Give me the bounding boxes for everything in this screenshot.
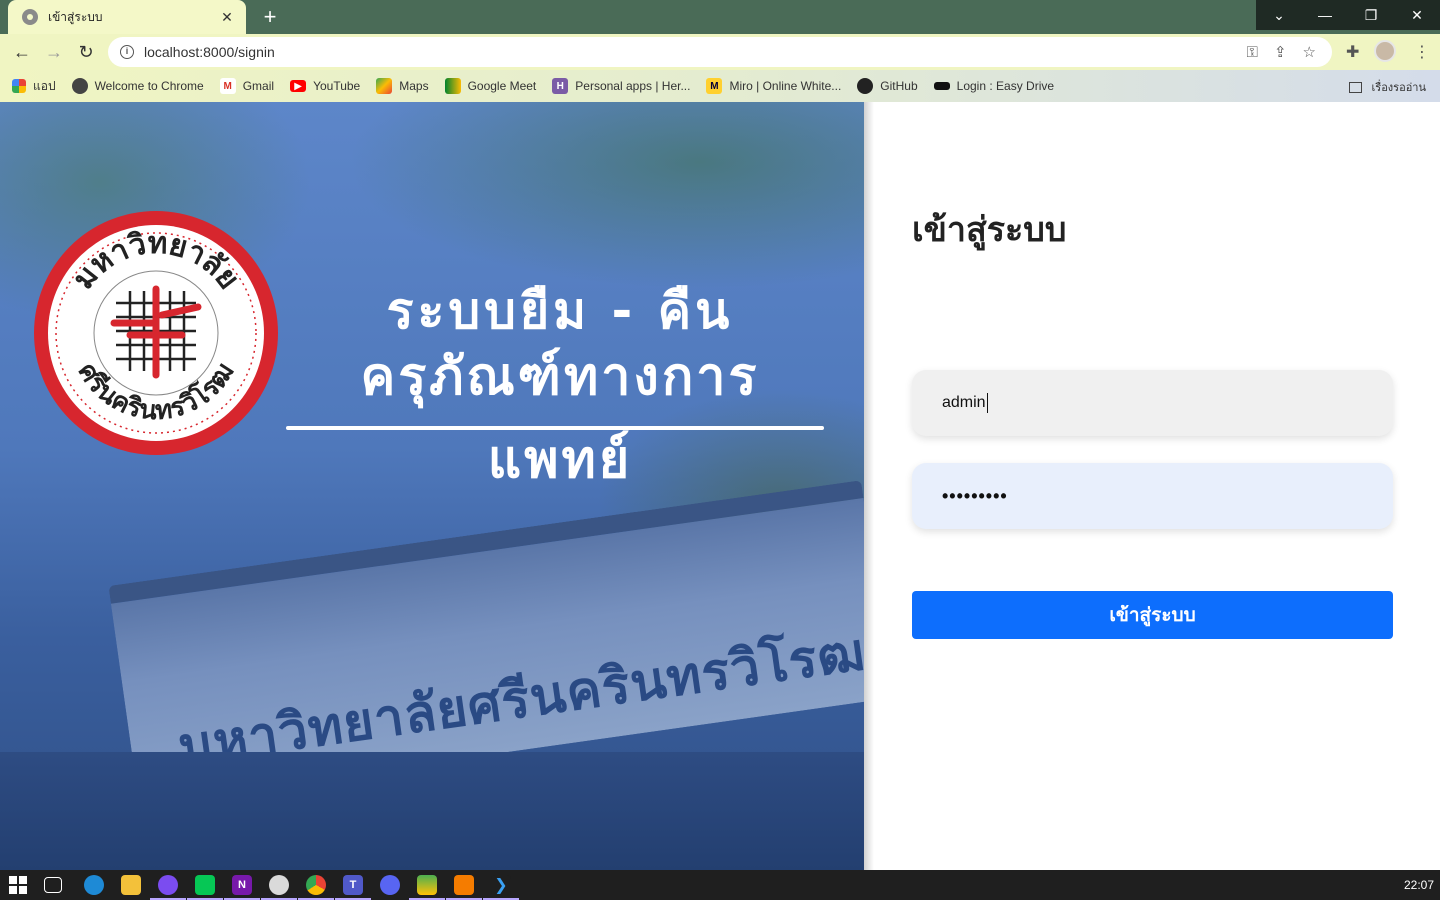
tab-close-icon[interactable]: ✕ (218, 9, 236, 26)
key-icon[interactable]: ⚿ (1247, 44, 1258, 61)
browser-tab-strip: เข้าสู่ระบบ ✕ + ⌄ — ❐ ✕ (0, 0, 1440, 34)
reading-list-button[interactable]: เรื่องรออ่าน (1348, 78, 1426, 96)
github-icon (857, 78, 874, 94)
tab-title: เข้าสู่ระบบ (48, 9, 103, 24)
address-bar[interactable]: i localhost:8000/signin ⚿ ⇪ ☆ (108, 37, 1332, 67)
bookmark-miro[interactable]: M Miro | Online White... (706, 78, 841, 94)
bookmark-youtube[interactable]: ▶ YouTube (290, 79, 360, 93)
bookmark-meet[interactable]: Google Meet (444, 78, 537, 94)
menu-kebab-icon[interactable]: ⋮ (1414, 42, 1430, 62)
university-logo: มหาวิทยาลัย ศรีนครินทรวิโรฒ (30, 207, 282, 459)
stack-app-icon[interactable] (409, 875, 445, 900)
easydrive-icon (933, 82, 950, 90)
reading-list-label: เรื่องรออ่าน (1371, 82, 1426, 94)
bookmark-label: Maps (399, 79, 429, 93)
address-url[interactable]: localhost:8000/signin (144, 44, 1247, 60)
onenote-icon[interactable]: N (224, 875, 260, 900)
system-heading-line2: ครุภัณฑ์ทางการแพทย์ (360, 347, 760, 490)
line-icon[interactable] (187, 875, 223, 900)
restore-button[interactable]: ❐ (1348, 0, 1394, 30)
edge-icon[interactable] (84, 875, 104, 895)
tab-search-button[interactable]: ⌄ (1256, 0, 1302, 30)
minimize-button[interactable]: — (1302, 0, 1348, 30)
bookmark-label: แอป (33, 78, 56, 93)
close-window-button[interactable]: ✕ (1394, 0, 1440, 30)
new-tab-button[interactable]: + (256, 4, 284, 30)
bookmark-welcome[interactable]: Welcome to Chrome (71, 78, 204, 94)
hero-ground (0, 752, 864, 870)
bookmark-github[interactable]: GitHub (857, 78, 918, 94)
page-favicon-icon (22, 9, 38, 25)
task-view-icon[interactable] (44, 877, 62, 893)
maps-icon (376, 78, 393, 94)
teams-icon[interactable]: T (335, 875, 371, 900)
username-value[interactable]: admin (942, 394, 986, 412)
bookmark-star-icon[interactable]: ☆ (1303, 43, 1316, 61)
miro-icon: M (706, 78, 723, 94)
bookmark-label: Welcome to Chrome (94, 79, 204, 93)
messenger-icon[interactable] (150, 875, 186, 900)
discord-icon[interactable] (380, 875, 400, 895)
forward-icon[interactable]: → (42, 40, 66, 64)
bookmark-label: Miro | Online White... (729, 79, 842, 93)
bookmark-heroku[interactable]: H Personal apps | Her... (552, 78, 690, 94)
signin-page: มหาวิทยาลัยศรีนครินทรวิโรฒ มหาวิทยาลัย ศ… (0, 102, 1440, 870)
bookmark-gmail[interactable]: M Gmail (219, 78, 275, 94)
bookmark-label: Personal apps | Her... (575, 79, 691, 93)
profile-avatar[interactable] (1374, 40, 1396, 62)
bookmark-label: YouTube (313, 79, 361, 93)
university-seal-icon: มหาวิทยาลัย ศรีนครินทรวิโรฒ (34, 211, 278, 455)
bookmark-maps[interactable]: Maps (376, 78, 429, 94)
windows-start-icon[interactable] (8, 875, 28, 895)
extensions-icon[interactable]: ✚ (1346, 42, 1359, 62)
apps-grid-icon (12, 79, 26, 93)
share-icon[interactable]: ⇪ (1274, 43, 1287, 61)
bookmark-apps[interactable]: แอป (12, 77, 56, 96)
reading-list-icon (1348, 81, 1362, 93)
password-field[interactable]: ••••••••• (912, 463, 1393, 529)
username-field[interactable]: admin (912, 370, 1393, 436)
xampp-icon[interactable] (446, 875, 482, 900)
hero-panel: มหาวิทยาลัยศรีนครินทรวิโรฒ มหาวิทยาลัย ศ… (0, 102, 864, 870)
site-info-icon[interactable]: i (120, 45, 134, 59)
password-value[interactable]: ••••••••• (942, 486, 1008, 507)
browser-toolbar: ← → ↻ i localhost:8000/signin ⚿ ⇪ ☆ ✚ ⋮ (0, 34, 1440, 70)
meet-icon (444, 78, 461, 94)
browser-tab-active[interactable]: เข้าสู่ระบบ ✕ (8, 0, 246, 34)
bookmark-label: Login : Easy Drive (956, 79, 1055, 93)
youtube-icon: ▶ (290, 80, 307, 92)
bookmark-label: Google Meet (467, 79, 537, 93)
back-icon[interactable]: ← (10, 40, 34, 64)
chrome-icon[interactable] (298, 875, 334, 900)
chrome-canary-icon[interactable] (261, 875, 297, 900)
text-caret (986, 393, 988, 413)
chrome-icon (71, 78, 88, 94)
bookmark-label: Gmail (242, 79, 275, 93)
gmail-icon: M (219, 78, 236, 94)
reload-icon[interactable]: ↻ (74, 40, 98, 64)
heading-underline (286, 426, 824, 430)
file-explorer-icon[interactable] (121, 875, 141, 895)
signin-button[interactable]: เข้าสู่ระบบ (912, 591, 1393, 639)
bookmarks-bar: แอป Welcome to Chrome M Gmail ▶ YouTube … (0, 70, 1440, 102)
heroku-icon: H (552, 78, 569, 94)
hero-divider-shadow (864, 102, 874, 870)
login-title: เข้าสู่ระบบ (912, 210, 1067, 250)
bookmark-easydrive[interactable]: Login : Easy Drive (933, 79, 1055, 93)
vscode-icon[interactable]: ❯ (483, 875, 519, 900)
bookmark-label: GitHub (880, 79, 918, 93)
taskbar-clock: 22:07 (1403, 878, 1434, 892)
windows-taskbar: N T ❯ 22:07 (0, 870, 1440, 900)
